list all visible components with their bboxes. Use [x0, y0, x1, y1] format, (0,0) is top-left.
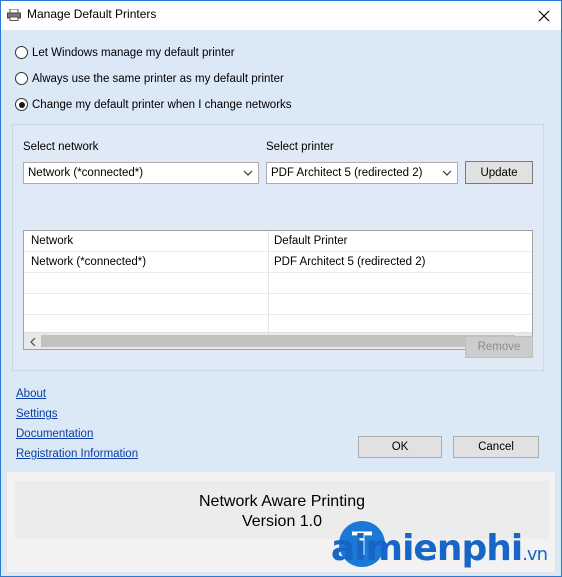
row-default-printer: PDF Architect 5 (redirected 2)	[274, 256, 426, 268]
network-select-value: Network (*connected*)	[28, 167, 144, 179]
select-printer-label: Select printer	[266, 141, 334, 153]
horizontal-scrollbar[interactable]	[24, 332, 532, 349]
cancel-button[interactable]: Cancel	[453, 436, 539, 458]
window-title: Manage Default Printers	[27, 7, 157, 21]
chevron-down-icon	[442, 170, 452, 176]
ok-button[interactable]: OK	[358, 436, 442, 458]
option-label: Always use the same printer as my defaul…	[32, 72, 284, 85]
scroll-left-button[interactable]	[24, 335, 41, 348]
watermark-tld: .vn	[522, 544, 548, 565]
printer-select-value: PDF Architect 5 (redirected 2)	[271, 167, 423, 179]
scrollbar-thumb[interactable]	[41, 335, 515, 347]
option-label: Change my default printer when I change …	[32, 98, 292, 111]
radio-button[interactable]	[15, 72, 28, 85]
row-network: Network (*connected*)	[31, 256, 147, 268]
printer-select[interactable]: PDF Architect 5 (redirected 2)	[266, 162, 458, 184]
remove-button[interactable]: Remove	[465, 336, 533, 358]
update-button[interactable]: Update	[465, 161, 533, 184]
settings-link[interactable]: Settings	[16, 408, 58, 420]
chevron-left-icon	[29, 337, 35, 346]
printer-icon	[7, 9, 21, 21]
watermark-text: aimienphi.vn	[330, 528, 548, 569]
documentation-link[interactable]: Documentation	[16, 428, 93, 440]
list-header: Network Default Printer	[24, 231, 532, 252]
option-label: Let Windows manage my default printer	[32, 46, 235, 59]
manage-default-printers-window: Manage Default Printers Let Windows mana…	[0, 0, 562, 577]
chevron-down-icon	[243, 170, 253, 176]
option-windows-manage[interactable]: Let Windows manage my default printer	[15, 46, 235, 59]
product-info-panel: Network Aware Printing Version 1.0 T aim…	[6, 471, 556, 573]
title-bar[interactable]: Manage Default Printers	[1, 1, 561, 30]
table-row[interactable]: Network (*connected*) PDF Architect 5 (r…	[24, 252, 532, 273]
table-row-empty	[24, 294, 532, 315]
option-change-with-network[interactable]: Change my default printer when I change …	[15, 98, 292, 111]
dialog-body: Let Windows manage my default printer Al…	[1, 30, 561, 576]
close-icon	[538, 10, 550, 21]
option-same-printer[interactable]: Always use the same printer as my defaul…	[15, 72, 284, 85]
about-link[interactable]: About	[16, 388, 46, 400]
radio-button-selected[interactable]	[15, 98, 28, 111]
select-network-label: Select network	[23, 141, 99, 153]
product-name: Network Aware Printing	[199, 493, 365, 510]
table-row-empty	[24, 273, 532, 294]
network-printer-group: Select network Select printer Network (*…	[12, 124, 544, 371]
column-header-default-printer[interactable]: Default Printer	[274, 235, 348, 247]
network-printer-list[interactable]: Network Default Printer Network (*connec…	[23, 230, 533, 350]
watermark-brand: aimienphi	[330, 528, 523, 569]
column-header-network[interactable]: Network	[31, 235, 73, 247]
registration-information-link[interactable]: Registration Information	[16, 448, 138, 460]
close-button[interactable]	[527, 1, 561, 30]
radio-button[interactable]	[15, 46, 28, 59]
network-select[interactable]: Network (*connected*)	[23, 162, 259, 184]
